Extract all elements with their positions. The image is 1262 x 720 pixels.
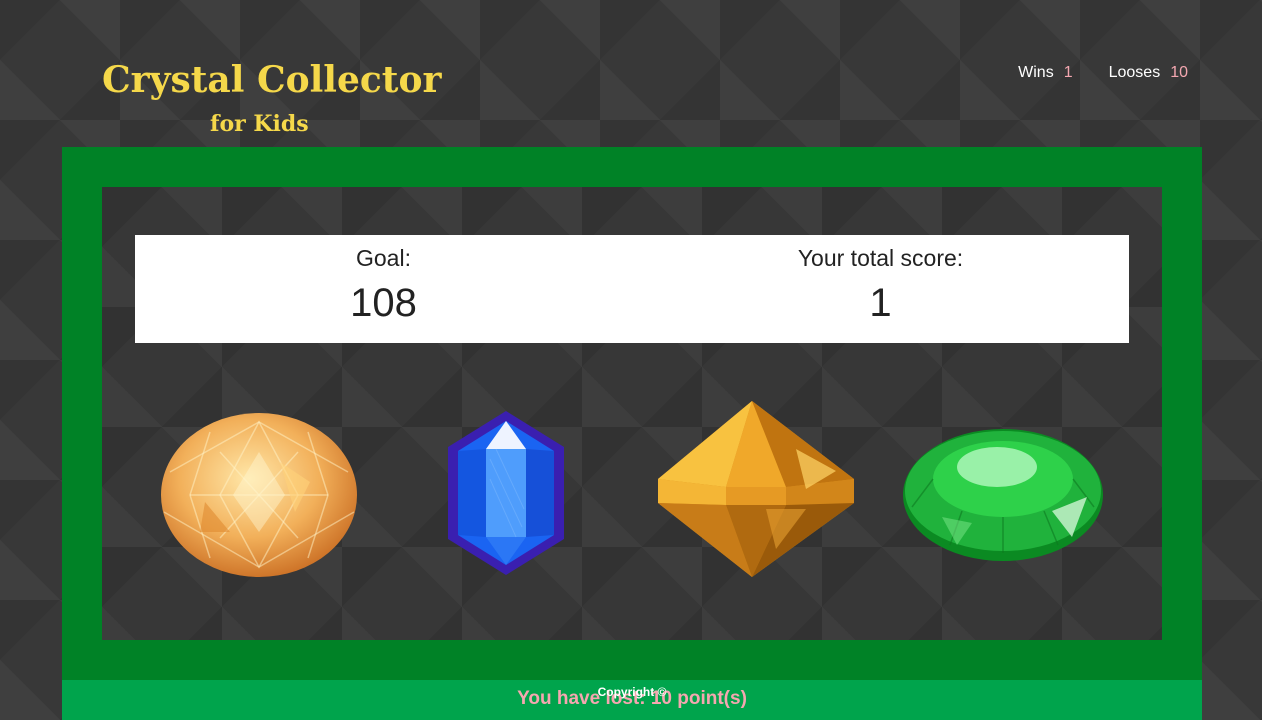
footer-bar: You have lost: 10 point(s) Copyright © [62,680,1202,720]
goal-value: 108 [350,281,417,325]
green-crystal-button[interactable] [902,427,1104,563]
gold-crystal-button[interactable] [656,399,856,579]
goal-section: Goal: 108 [135,235,632,343]
total-score-value: 1 [869,281,892,325]
orange-crystal-icon [161,413,357,577]
losses-label: Looses [1108,64,1161,81]
total-score-section: Your total score: 1 [632,235,1129,343]
game-frame: Goal: 108 Your total score: 1 [62,147,1202,680]
total-score-label: Your total score: [797,245,964,271]
wins-count: 1 [1063,64,1073,81]
stats-bar: Wins 1 Looses 10 [1018,64,1188,82]
score-panel: Goal: 108 Your total score: 1 [135,235,1129,343]
blue-crystal-icon [448,411,564,575]
losses-count: 10 [1170,64,1188,81]
green-crystal-icon [903,429,1103,561]
orange-crystal-button[interactable] [160,412,358,578]
goal-label: Goal: [356,245,411,271]
blue-crystal-button[interactable] [446,409,566,577]
app-title: Crystal Collector [102,59,442,101]
wins-label: Wins [1018,64,1054,81]
app-subtitle: for Kids [210,111,309,137]
gold-crystal-icon [658,401,854,577]
game-board: Goal: 108 Your total score: 1 [102,187,1162,640]
copyright-text: Copyright © [597,685,667,699]
